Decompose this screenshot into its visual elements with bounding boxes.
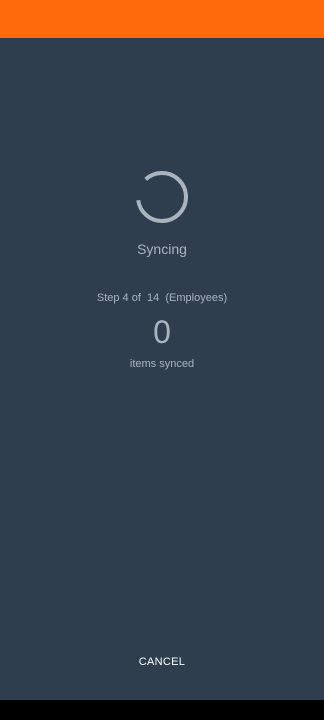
- sync-title: Syncing: [137, 241, 187, 257]
- status-bar: [0, 0, 324, 38]
- items-synced-count: 0: [153, 314, 171, 350]
- sync-step-text: Step 4 of 14 (Employees): [96, 292, 228, 304]
- loading-spinner-icon: [135, 170, 189, 224]
- navigation-bar: [0, 700, 324, 720]
- items-synced-label: items synced: [129, 358, 195, 370]
- sync-screen: Syncing Step 4 of 14 (Employees) 0 items…: [0, 38, 324, 700]
- cancel-button[interactable]: CANCEL: [112, 644, 212, 680]
